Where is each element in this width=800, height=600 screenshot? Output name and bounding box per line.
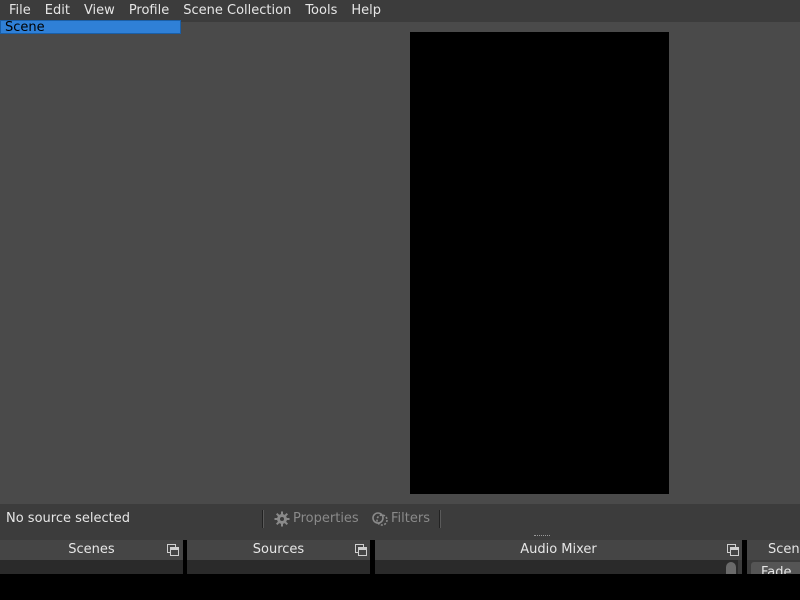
menu-scene-collection[interactable]: Scene Collection [176,0,298,22]
splitter-grip-icon[interactable] [534,535,550,538]
source-context-bar: No source selected Properties Filters [0,504,800,534]
context-separator [262,510,264,528]
properties-label: Properties [293,511,359,526]
filters-icon [372,512,388,526]
float-window-icon[interactable] [355,544,367,556]
scenes-dock: Scenes [0,540,183,574]
menu-view[interactable]: View [77,0,122,22]
audio-mixer-dock-title: Audio Mixer [375,540,742,560]
transitions-dock-title: Scen [768,542,800,557]
menu-tools[interactable]: Tools [298,0,344,22]
audio-mixer-area[interactable] [375,560,738,574]
scenes-dock-title: Scenes [0,540,183,560]
audio-mixer-dock: Audio Mixer [375,540,742,574]
float-window-icon[interactable] [167,544,179,556]
no-source-label: No source selected [6,511,130,526]
menu-bar: File Edit View Profile Scene Collection … [0,0,800,22]
context-separator [439,510,441,528]
menu-edit[interactable]: Edit [38,0,77,22]
properties-button[interactable]: Properties [274,504,359,534]
menu-file[interactable]: File [0,0,38,22]
scenes-list[interactable] [0,560,183,574]
menu-help[interactable]: Help [344,0,388,22]
sources-list[interactable] [187,560,370,574]
transition-select-value: Fade [761,565,792,574]
mixer-scrollbar[interactable] [726,562,736,574]
filters-label: Filters [391,511,430,526]
menu-profile[interactable]: Profile [122,0,176,22]
float-window-icon[interactable] [727,544,739,556]
scene-item-label: Scene [5,20,45,34]
menu-file-label: File [9,3,31,18]
preview-canvas[interactable] [410,32,669,494]
scene-list-item[interactable]: Scene [0,20,181,34]
transition-select[interactable]: Fade [751,562,800,574]
filters-button[interactable]: Filters [372,504,430,534]
sources-dock: Sources [187,540,370,574]
gear-icon [274,511,290,527]
bottom-area [0,574,800,600]
preview-area[interactable] [0,22,800,504]
sources-dock-title: Sources [187,540,370,560]
